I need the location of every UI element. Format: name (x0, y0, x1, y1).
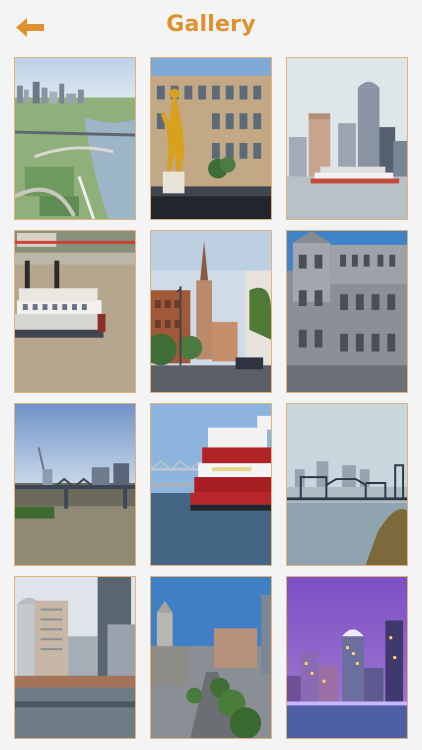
gallery-photo-1[interactable] (14, 57, 136, 220)
photo-gold-statue (151, 58, 271, 219)
gallery-photo-2[interactable] (150, 57, 272, 220)
page-title: Gallery (166, 12, 256, 37)
gallery-grid (14, 57, 408, 739)
gallery-photo-12[interactable] (286, 576, 408, 739)
gallery-photo-8[interactable] (150, 403, 272, 566)
gallery-photo-10[interactable] (14, 576, 136, 739)
photo-red-sternwheeler (151, 404, 271, 565)
header: Gallery (0, 0, 422, 52)
gallery-photo-6[interactable] (286, 230, 408, 393)
photo-aerial-skyline (15, 58, 135, 219)
photo-church-spire (151, 231, 271, 392)
photo-boulevard (151, 577, 271, 738)
gallery-photo-11[interactable] (150, 576, 272, 739)
photo-downtown-towers (15, 577, 135, 738)
photo-victorian-facade (287, 231, 407, 392)
photo-bridge-river (15, 404, 135, 565)
gallery-photo-5[interactable] (150, 230, 272, 393)
photo-night-skyline (287, 577, 407, 738)
photo-skyline-riverboat (287, 58, 407, 219)
gallery-photo-7[interactable] (14, 403, 136, 566)
gallery-photo-4[interactable] (14, 230, 136, 393)
photo-bridge-skyline (287, 404, 407, 565)
gallery-photo-3[interactable] (286, 57, 408, 220)
gallery-photo-9[interactable] (286, 403, 408, 566)
photo-paddle-steamer (15, 231, 135, 392)
